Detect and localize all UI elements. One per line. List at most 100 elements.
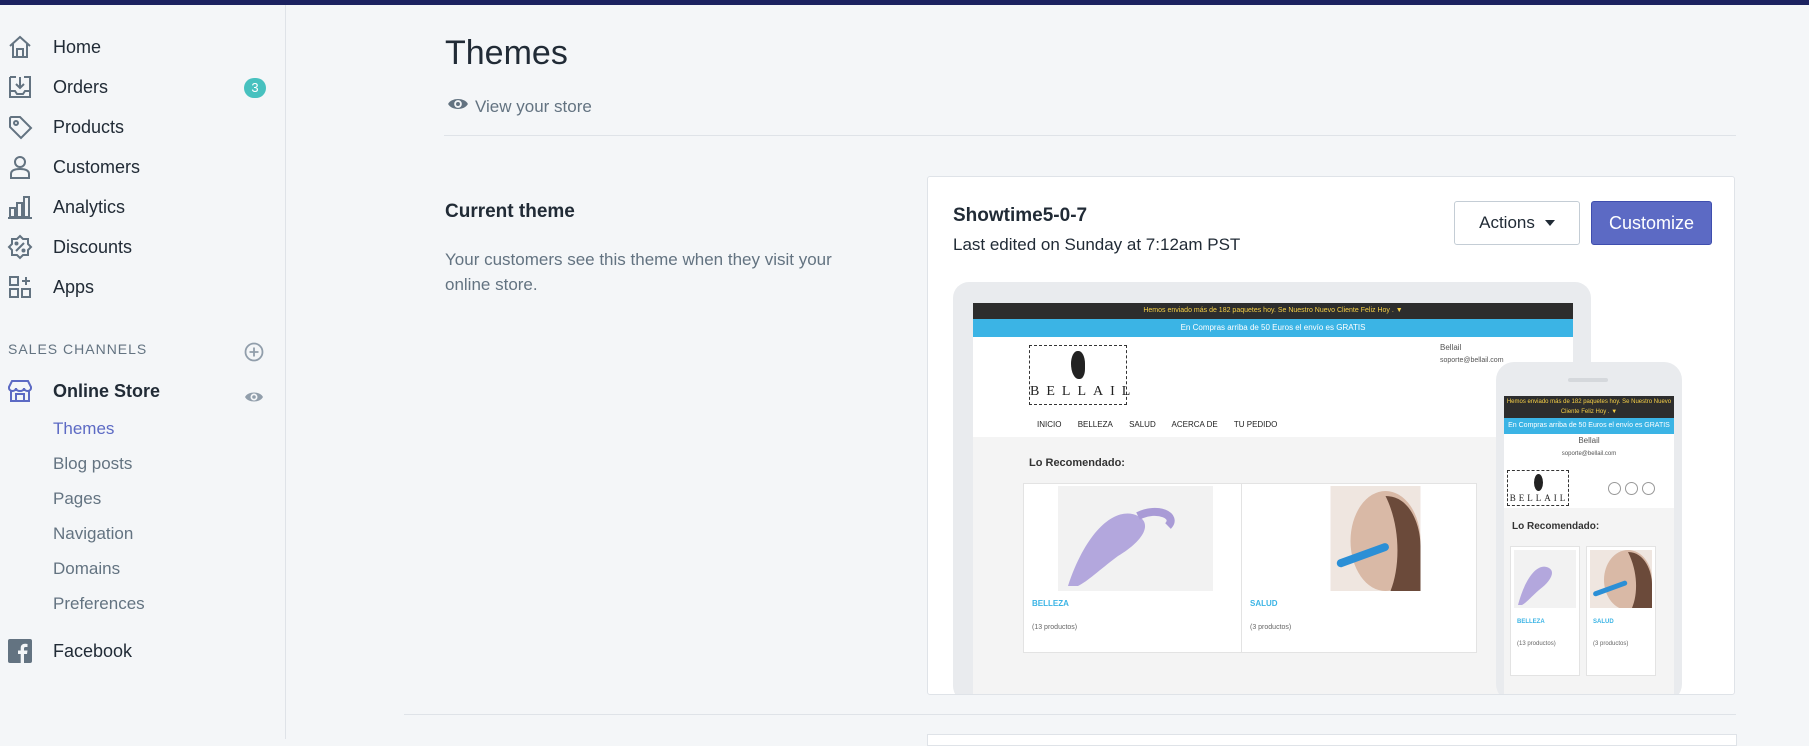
customize-button[interactable]: Customize [1591,201,1712,245]
preview-shipping-bar: En Compras arriba de 50 Euros el envío e… [973,319,1573,337]
actions-dropdown-button[interactable]: Actions [1454,201,1580,245]
inbox-download-icon [7,74,33,100]
current-theme-description: Your customers see this theme when they … [445,250,832,294]
sidebar: Home Orders 3 Products Customers Analyti… [0,5,286,739]
nav-orders-label: Orders [53,77,109,97]
product-image-lilac-tool [1058,486,1213,591]
search-icon [1608,482,1621,495]
nav-analytics-label: Analytics [53,197,126,217]
preview-product-card: BELLEZA (13 productos) [1023,483,1259,653]
nav-home-label: Home [53,37,102,57]
nav-home[interactable]: Home [0,27,286,67]
sales-channels-title: SALES CHANNELS [8,341,148,357]
logo-mark-icon [1071,351,1085,379]
preview-product-count: (3 productos) [1250,624,1292,631]
mobile-product-card: BELLEZA (13 productos) [1510,546,1580,676]
nav-orders[interactable]: Orders 3 [0,67,286,107]
nav-analytics[interactable]: Analytics [0,187,286,227]
nav-products-label: Products [53,117,125,137]
preview-contact-name: Bellail [1440,343,1462,352]
facebook-icon [7,638,33,664]
mobile-product-count: (3 productos) [1593,641,1629,647]
mobile-preview-screen: Hemos enviado más de 182 paquetes hoy. S… [1504,396,1674,694]
apps-grid-icon [7,274,33,300]
menu-icon [1642,482,1655,495]
mobile-logo-mark-icon [1534,474,1543,491]
next-card-edge [927,734,1737,746]
preview-menu-item: BELLEZA [1077,420,1113,429]
nav-apps[interactable]: Apps [0,267,286,307]
sub-item-pages[interactable]: Pages [53,489,101,509]
preview-product-count: (13 productos) [1032,624,1078,631]
person-icon [7,154,33,180]
nav-apps-label: Apps [53,277,95,297]
store-icon [7,378,33,404]
nav-discounts-label: Discounts [53,237,133,257]
actions-label: Actions [1479,213,1535,232]
nav-customers[interactable]: Customers [0,147,286,187]
product-image-ear-cleaner [1330,486,1421,591]
preview-menu-item: TU PEDIDO [1233,420,1278,429]
caret-down-icon [1544,220,1555,226]
mobile-contact-name: Bellail [1578,436,1600,445]
preview-menu-item: ACERCA DE [1171,420,1218,429]
nav-discounts[interactable]: Discounts [0,227,286,267]
desktop-preview-screen: Hemos enviado más de 182 paquetes hoy. S… [973,303,1573,694]
mobile-product-card: SALUD (3 productos) [1586,546,1656,676]
cart-icon [1625,482,1638,495]
page-title: Themes [445,34,568,72]
orders-count-badge: 3 [244,78,266,98]
view-store-label: View your store [475,96,592,116]
sub-item-preferences[interactable]: Preferences [53,594,145,614]
mobile-recommended-title: Lo Recomendado: [1512,521,1600,532]
preview-recommended-title: Lo Recomendado: [1029,457,1125,469]
mobile-product-image-lilac-tool [1514,550,1576,608]
sub-item-themes[interactable]: Themes [53,419,114,439]
preview-menu-item: INICIO [1037,420,1062,429]
mobile-product-image-ear-cleaner [1590,550,1652,608]
preview-brand: BELLAIL [1030,384,1138,399]
mobile-brand: BELLAIL [1509,493,1569,503]
mobile-contact-email: soporte@bellail.com [1561,451,1617,457]
section-divider [404,714,1736,715]
mobile-header-icons [1608,482,1659,495]
nav-customers-label: Customers [53,157,141,177]
sub-item-blog-posts[interactable]: Blog posts [53,454,132,474]
mobile-logo: BELLAIL [1507,470,1569,506]
view-store-eye-icon[interactable] [244,387,264,407]
preview-product-category: BELLEZA [1032,599,1069,608]
mobile-shipping-bar: En Compras arriba de 50 Euros el envío e… [1504,418,1674,434]
theme-last-edited: Last edited on Sunday at 7:12am PST [953,235,1241,254]
preview-product-category: SALUD [1250,599,1278,608]
view-store-link[interactable]: View your store [447,93,592,120]
preview-header: BELLAIL Bellail soporte@bellail.com INIC… [973,337,1573,437]
add-channel-icon[interactable] [244,342,264,362]
mobile-header: Bellail soporte@bellail.com BELLAIL [1504,434,1674,508]
nav-online-store-label: Online Store [53,381,161,401]
mobile-product-category: BELLEZA [1517,619,1545,625]
nav-facebook-label: Facebook [53,641,133,661]
preview-announcement-bar: Hemos enviado más de 182 paquetes hoy. S… [973,303,1573,319]
nav-facebook[interactable]: Facebook [0,631,286,671]
current-theme-heading: Current theme [445,201,575,222]
phone-speaker [1568,378,1608,382]
home-icon [7,34,33,60]
preview-menu-item: SALUD [1129,420,1156,429]
header-divider [444,135,1736,136]
bar-chart-icon [7,194,33,220]
sub-item-navigation[interactable]: Navigation [53,524,133,544]
mobile-product-category: SALUD [1593,619,1614,625]
preview-product-card: SALUD (3 productos) [1241,483,1477,653]
eye-icon [447,93,469,120]
nav-products[interactable]: Products [0,107,286,147]
discount-badge-icon [7,234,33,260]
sub-item-domains[interactable]: Domains [53,559,120,579]
preview-menu: INICIO BELLEZA SALUD ACERCA DE TU PEDIDO [1037,420,1291,429]
theme-name: Showtime5-0-7 [953,205,1088,226]
preview-logo: BELLAIL [1029,345,1138,405]
mobile-announcement-bar: Hemos enviado más de 182 paquetes hoy. S… [1504,396,1674,418]
mobile-preview: Hemos enviado más de 182 paquetes hoy. S… [1496,362,1682,694]
mobile-product-count: (13 productos) [1517,641,1556,647]
tag-icon [7,114,33,140]
current-theme-card: Showtime5-0-7 Last edited on Sunday at 7… [927,176,1735,695]
